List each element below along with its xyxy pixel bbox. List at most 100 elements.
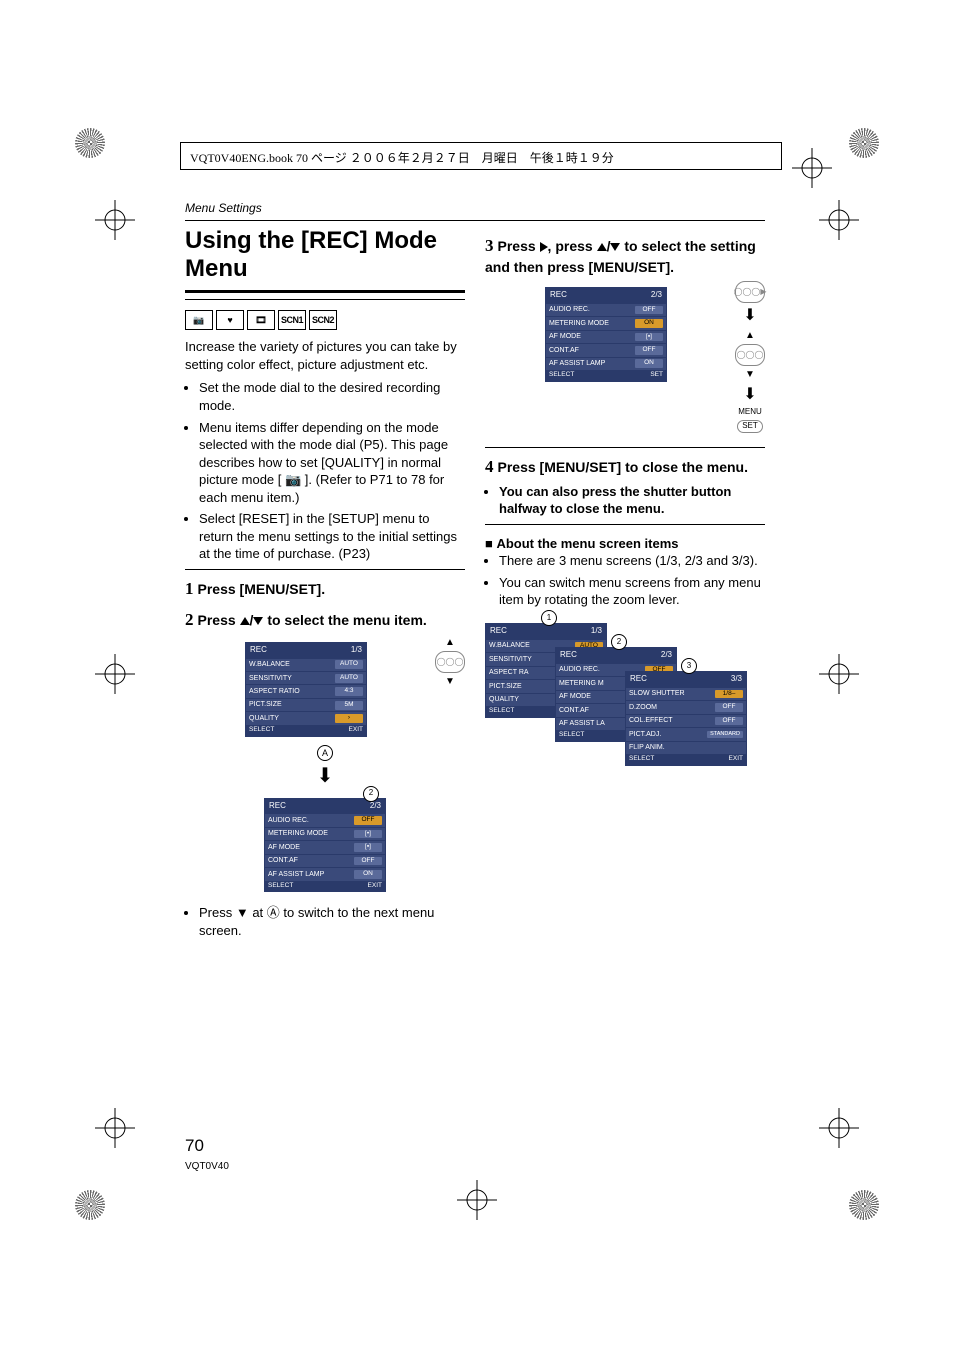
menu-item-label: AUDIO REC. [268,816,309,825]
menu-item-label: AF ASSIST LAMP [268,870,324,879]
down-arrow-icon: ⬇ [743,305,756,327]
bullet: There are 3 menu screens (1/3, 2/3 and 3… [499,552,765,570]
menu-item-value: ON [635,359,663,368]
menu-page: 1/3 [351,645,362,656]
register-burst [75,128,105,158]
crop-mark-icon [819,200,859,240]
right-column: 3Press , press / to select the setting a… [485,227,765,945]
page-code: VQT0V40 [185,1160,229,1174]
book-header-line: VQT0V40ENG.book 70 ページ ２００６年２月２７日 月曜日 午後… [190,150,614,166]
register-burst [75,1190,105,1220]
dpad-icon: ◯◯◯ [735,344,765,366]
dpad-side-right: ◯◯◯▶ ⬇ ▲ ◯◯◯ ▼ ⬇ MENU SET [735,281,765,433]
intro-text: Increase the variety of pictures you can… [185,338,465,373]
step4-sub: You can also press the shutter button ha… [499,483,765,518]
up-arrow-icon [240,617,250,625]
menu-item-label: AF MODE [559,692,591,701]
rec-menu-panel-1: REC1/3 W.BALANCEAUTO SENSITIVITYAUTO ASP… [245,642,367,737]
step-4-text: Press [MENU/SET] to close the menu. [498,459,749,475]
page-circle-3: 3 [681,658,697,674]
menu-item-value: ON [635,319,663,328]
page-circle-2: 2 [363,786,379,802]
menu-item-value: STANDARD [707,731,743,738]
page-number: 70 [185,1135,204,1158]
menu-title: REC [490,626,507,637]
menu-item-label: FLIP ANIM. [629,743,665,752]
section-rule [185,220,765,221]
mode-motion-icon: 🎞 [247,310,275,330]
menu-title: REC [560,650,577,661]
menu-item-value: OFF [715,703,743,712]
menu-item-label: AF MODE [268,843,300,852]
menu-item-value: 4:3 [335,687,363,696]
menu-item-value: OFF [354,857,382,866]
menu-item-value: OFF [715,717,743,726]
menu-item-label: COL.EFFECT [629,716,673,725]
step2-note-list: Press ▼ at Ⓐ to switch to the next menu … [185,904,465,939]
menu-footer-exit: EXIT [368,882,382,891]
menu-item-label: CONT.AF [559,706,589,715]
menu-item-label: METERING MODE [268,829,328,838]
menu-page: 2/3 [370,801,381,812]
menu-item-label: ASPECT RATIO [249,687,300,696]
menu-page: 2/3 [651,290,662,301]
page-circle-1: 1 [541,610,557,626]
step-3: 3Press , press / to select the setting a… [485,235,765,277]
step2-note: Press ▼ at Ⓐ to switch to the next menu … [199,904,465,939]
dpad-side: ▲ ◯◯◯ ▼ [435,636,465,689]
menu-item-value: ON [354,870,382,879]
crop-mark-icon [95,1108,135,1148]
menu-item-label: CONT.AF [268,856,298,865]
mode-camera-icon: 📷 [185,310,213,330]
stacked-menus: REC1/3 W.BALANCEAUTO SENSITIVITY ASPECT … [485,617,765,787]
menu-footer-select: SELECT [268,882,293,891]
menu-footer-set: SET [650,371,663,380]
menu-page: 2/3 [661,650,672,661]
menu-item-label: W.BALANCE [249,660,290,669]
up-arrow-icon: ▲ [445,636,455,650]
menu-item-value: 5M [335,701,363,710]
dpad-icon: ◯◯◯ [435,651,465,673]
down-arrow-icon: ▼ [745,368,755,382]
menu-item-value: OFF [635,306,663,315]
menu-item-label: ASPECT RA [489,668,529,677]
left-bullets: Set the mode dial to the desired recordi… [185,379,465,562]
mode-icon-row: 📷 ♥ 🎞 SCN1 SCN2 [185,310,465,330]
page-title: Using the [REC] Mode Menu [185,227,465,282]
menu-item-value: AUTO [335,674,363,683]
bullet: Menu items differ depending on the mode … [199,419,465,507]
step-1: 1Press [MENU/SET]. [185,578,465,601]
document-page: VQT0V40ENG.book 70 ページ ２００６年２月２７日 月曜日 午後… [0,0,954,1348]
crop-mark-icon [95,654,135,694]
menu-cluster-1: REC1/3 W.BALANCEAUTO SENSITIVITYAUTO ASP… [185,636,465,743]
section-label: Menu Settings [185,200,765,216]
crop-mark-icon [819,1108,859,1148]
menu-page: 3/3 [731,674,742,685]
menu-item-value: [▪] [635,333,663,342]
menu-title: REC [269,801,286,812]
rec-menu-panel-3: REC2/3 AUDIO REC.OFF METERING MODEON AF … [545,287,667,382]
menu-item-label: AF ASSIST LAMP [549,359,605,368]
menu-item-label: AUDIO REC. [549,305,590,314]
menu-footer-exit: EXIT [729,755,743,764]
menu-item-label: PICT.SIZE [489,682,522,691]
menu-item-label: AUDIO REC. [559,665,600,674]
up-arrow-icon: ▲ [745,329,755,343]
mode-scn1-icon: SCN1 [278,310,306,330]
bullet: Set the mode dial to the desired recordi… [199,379,465,414]
menu-item-label: SENSITIVITY [249,674,292,683]
about-heading: ■ About the menu screen items [485,535,765,553]
menu-item-label: SENSITIVITY [489,655,532,664]
right-arrow-icon [540,242,548,252]
page-content: Menu Settings Using the [REC] Mode Menu … [185,200,765,945]
menu-item-value: [•] [354,830,382,839]
menu-title: REC [550,290,567,301]
menu-item-value: › [335,714,363,723]
menu-footer-exit: EXIT [349,726,363,735]
menu-item-label: AF MODE [549,332,581,341]
menu-cluster-2: REC 2/3 AUDIO REC. OFF METERING MODE [•] AF… [185,792,465,899]
crop-mark-icon [792,148,832,188]
register-burst [849,1190,879,1220]
menu-page: 1/3 [591,626,602,637]
menu-item-label: QUALITY [489,695,519,704]
